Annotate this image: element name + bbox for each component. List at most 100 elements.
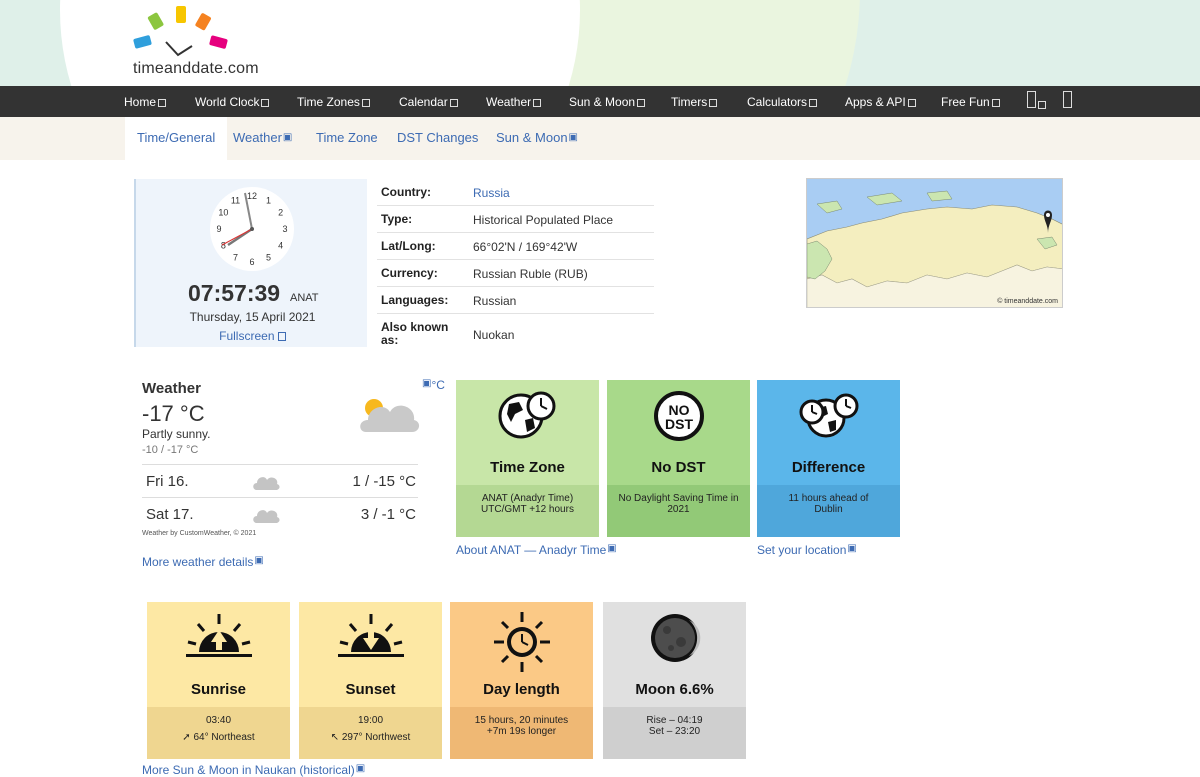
chevron-down-icon	[1038, 101, 1046, 109]
nav-item-calendar[interactable]: Calendar	[399, 95, 458, 109]
direction-arrow-icon: ↖	[330, 732, 340, 743]
moon-tile[interactable]: Moon 6.6% Rise – 04:19 Set – 23:20	[603, 602, 746, 759]
current-time: 07:57:39	[188, 280, 281, 306]
tile-title: Time Zone	[490, 459, 565, 476]
search-icon[interactable]	[1063, 91, 1072, 111]
nav-item-world-clock[interactable]: World Clock	[195, 95, 270, 109]
sunrise-icon	[185, 614, 252, 657]
chevron-down-icon	[991, 99, 1000, 107]
no-dst-badge-icon: NO DST	[653, 391, 704, 441]
tab-sun-moon[interactable]: Sun & Moon▣	[496, 117, 578, 160]
time-zone-tile[interactable]: Time Zone ANAT (Anadyr Time) UTC/GMT +12 …	[456, 380, 599, 537]
tile-title: Sunset	[345, 681, 396, 698]
tile-details: ANAT (Anadyr Time) UTC/GMT +12 hours	[456, 485, 599, 537]
logo-text[interactable]: timeanddate.com	[133, 60, 259, 78]
sunset-icon	[337, 614, 404, 657]
sub-nav: Time/General Weather▣ Time Zone DST Chan…	[0, 117, 1200, 160]
info-row-latlong: Lat/Long: 66°02'N / 169°42'W	[377, 233, 654, 260]
day-length-tile[interactable]: Day length 15 hours, 20 minutes +7m 19s l…	[450, 602, 593, 759]
site-header: timeanddate.com	[0, 0, 1200, 86]
clock-number: 1	[266, 195, 271, 205]
tab-time-zone[interactable]: Time Zone	[316, 117, 378, 160]
weather-credit: Weather by CustomWeather, © 2021	[142, 530, 257, 537]
tab-weather[interactable]: Weather▣	[233, 117, 292, 160]
clock-number: 12	[247, 191, 257, 201]
clock-number: 10	[218, 208, 228, 218]
cloudy-icon	[253, 477, 280, 490]
direction-arrow-icon: ➚	[182, 732, 191, 743]
svg-text:DST: DST	[665, 416, 693, 432]
sunset-tile[interactable]: Sunset 19:00 ↖ 297° Northwest	[299, 602, 442, 759]
globe-clock-icon	[498, 391, 555, 439]
tile-details: 15 hours, 20 minutes +7m 19s longer	[450, 707, 593, 759]
info-row-languages: Languages: Russian	[377, 287, 654, 314]
account-icon[interactable]	[1027, 91, 1046, 111]
nav-item-sun-moon[interactable]: Sun & Moon	[569, 95, 646, 109]
more-sun-moon-link[interactable]: More Sun & Moon in Naukan (historical)▣	[142, 763, 365, 777]
chevron-down-icon	[261, 99, 270, 107]
tile-title: No DST	[651, 459, 706, 476]
weather-title: Weather	[142, 380, 201, 397]
sun-clock-icon	[493, 612, 550, 672]
chevron-down-icon	[449, 99, 458, 107]
chevron-down-icon	[907, 99, 916, 107]
tile-details: 19:00 ↖ 297° Northwest	[299, 707, 442, 759]
location-map[interactable]: © timeanddate.com	[806, 178, 1063, 308]
tab-time-general[interactable]: Time/General	[125, 117, 228, 160]
chevron-down-icon	[361, 99, 370, 107]
map-copyright: © timeanddate.com	[997, 298, 1058, 305]
chevron-down-icon	[533, 99, 542, 107]
no-dst-tile[interactable]: NO DST No DST No Daylight Saving Time in…	[607, 380, 750, 537]
clock-number: 6	[249, 257, 254, 267]
partly-sunny-icon	[360, 399, 420, 432]
nav-item-weather[interactable]: Weather	[486, 95, 542, 109]
country-link[interactable]: Russia	[473, 186, 510, 200]
chevron-down-icon	[809, 99, 818, 107]
external-link-icon: ▣	[282, 132, 293, 143]
fullscreen-icon	[277, 332, 286, 341]
chevron-down-icon	[158, 99, 167, 107]
info-row-country: Country: Russia	[377, 179, 654, 206]
clock-number: 8	[221, 241, 226, 251]
nav-item-home[interactable]: Home	[124, 95, 167, 109]
tile-title: Moon 6.6%	[635, 681, 714, 698]
current-date: Thursday, 15 April 2021	[189, 310, 316, 324]
more-weather-link[interactable]: More weather details▣	[142, 555, 264, 569]
external-link-icon: ▣	[607, 543, 617, 554]
clock-number: 7	[233, 253, 238, 263]
nav-item-timers[interactable]: Timers	[671, 95, 718, 109]
info-row-aka: Also known as: Nuokan	[381, 320, 515, 347]
info-row-currency: Currency: Russian Ruble (RUB)	[377, 260, 654, 287]
cloudy-icon	[253, 510, 280, 523]
analog-clock-icon: 12 12 3 45 6 789 1011	[210, 187, 294, 271]
current-temperature: -17 °C	[142, 401, 205, 426]
external-link-icon: ▣	[847, 543, 857, 554]
about-timezone-link[interactable]: About ANAT — Anadyr Time▣	[456, 543, 617, 557]
sunrise-tile[interactable]: Sunrise 03:40 ➚ 64° Northeast	[147, 602, 290, 759]
chevron-down-icon	[709, 99, 718, 107]
nav-item-apps-api[interactable]: Apps & API	[845, 95, 916, 109]
external-link-icon: ▣	[254, 555, 264, 566]
nav-item-time-zones[interactable]: Time Zones	[297, 95, 370, 109]
tile-details: 03:40 ➚ 64° Northeast	[147, 707, 290, 759]
tab-dst-changes[interactable]: DST Changes	[397, 117, 478, 160]
nav-item-free-fun[interactable]: Free Fun	[941, 95, 1000, 109]
forecast-row: Fri 16. 1 / -15 °C	[142, 464, 418, 496]
temperature-range: -10 / -17 °C	[142, 444, 199, 456]
time-difference-icon	[799, 393, 858, 438]
nav-item-calculators[interactable]: Calculators	[747, 95, 818, 109]
external-link-icon: ▣	[568, 132, 578, 143]
clock-number: 4	[278, 241, 283, 251]
unit-toggle[interactable]: ▣°C	[421, 378, 445, 392]
location-info-table: Country: Russia Type: Historical Populated…	[377, 179, 654, 350]
clock-number: 5	[266, 253, 271, 263]
external-link-icon: ▣	[355, 763, 366, 774]
moon-phase-icon	[650, 614, 700, 662]
chevron-down-icon	[637, 99, 646, 107]
set-location-link[interactable]: Set your location▣	[757, 543, 857, 557]
fullscreen-link[interactable]: Fullscreen	[136, 329, 369, 343]
tile-details: 11 hours ahead of Dublin	[757, 485, 900, 537]
clock-number: 11	[231, 195, 240, 205]
tile-title: Day length	[483, 681, 560, 698]
difference-tile[interactable]: Difference 11 hours ahead of Dublin	[757, 380, 900, 537]
